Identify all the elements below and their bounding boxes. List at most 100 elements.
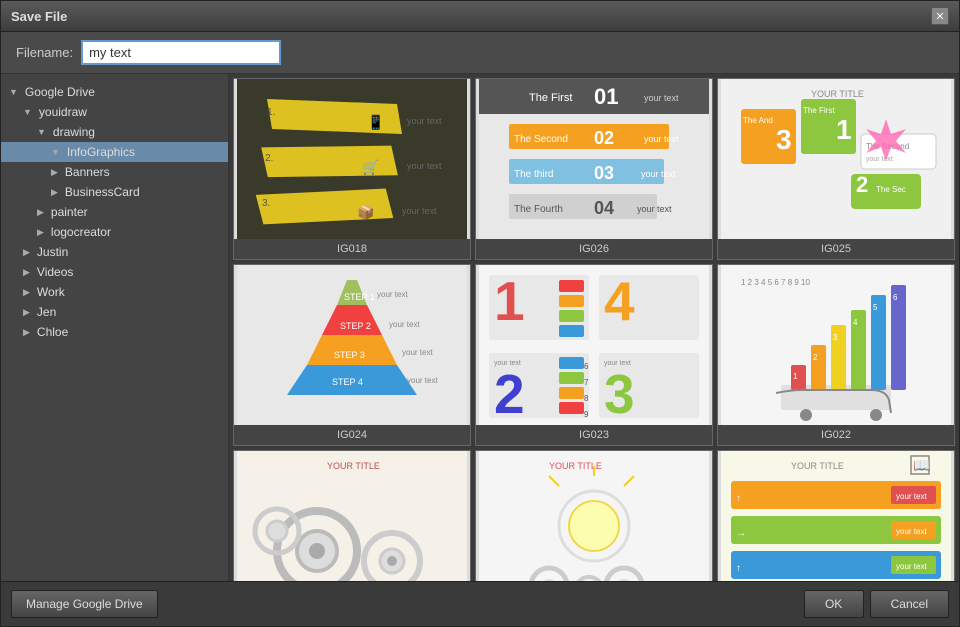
svg-text:your text: your text [896,492,927,501]
svg-text:The First: The First [529,92,572,104]
svg-text:8: 8 [584,394,589,403]
sidebar-item-label: drawing [53,125,95,139]
sidebar-item-label: logocreator [51,225,111,239]
sidebar-item-banners[interactable]: ▶Banners [1,162,228,182]
thumbnail-item-IG019[interactable]: YOUR TITLE your text ↑ your text → your … [717,450,955,581]
svg-text:6: 6 [584,362,589,371]
svg-text:03: 03 [594,163,614,183]
sidebar-item-infographics[interactable]: ▼InfoGraphics [1,142,228,162]
content-area: your text your text your text 📱 🛒 📦 1. 2… [229,74,959,581]
thumbnail-item-IG021[interactable]: YOUR TITLE idea IG021 [233,450,471,581]
svg-text:01: 01 [594,84,618,109]
thumbnail-item-IG024[interactable]: STEP 4 STEP 3 STEP 2 STEP 1 your text yo… [233,264,471,446]
sidebar-item-google-drive[interactable]: ▼Google Drive [1,82,228,102]
thumbnail-item-IG022[interactable]: 1 2 3 4 5 6 1 2 3 4 5 6 7 8 9 10 IG022 [717,264,955,446]
svg-text:your text: your text [644,93,679,103]
svg-text:STEP 3: STEP 3 [334,350,365,360]
svg-text:2: 2 [856,172,868,197]
svg-text:1: 1 [494,270,525,332]
sidebar-item-work[interactable]: ▶Work [1,282,228,302]
sidebar-item-label: BusinessCard [65,185,140,199]
svg-text:The And: The And [743,116,773,125]
cancel-button[interactable]: Cancel [870,590,949,618]
sidebar-item-label: Jen [37,305,56,319]
svg-text:STEP 1: STEP 1 [344,292,375,302]
svg-text:3: 3 [776,124,792,155]
svg-text:your text: your text [604,360,631,367]
sidebar-item-jen[interactable]: ▶Jen [1,302,228,322]
svg-text:STEP 2: STEP 2 [340,321,371,331]
svg-text:3.: 3. [262,198,270,209]
svg-text:2: 2 [494,363,525,425]
thumbnail-item-IG023[interactable]: 1 4 2 3 your text your text 6 7 8 9 IG02… [475,264,713,446]
sidebar-item-label: Google Drive [25,85,95,99]
thumbnail-grid: your text your text your text 📱 🛒 📦 1. 2… [233,78,955,581]
svg-text:The Fourth: The Fourth [514,204,563,215]
svg-text:↑: ↑ [736,563,741,574]
thumbnail-image-IG024: STEP 4 STEP 3 STEP 2 STEP 1 your text yo… [234,265,470,425]
thumbnail-item-IG018[interactable]: your text your text your text 📱 🛒 📦 1. 2… [233,78,471,260]
sidebar-item-label: Videos [37,265,73,279]
svg-text:2.: 2. [265,153,273,164]
sidebar-item-youidraw[interactable]: ▼youidraw [1,102,228,122]
title-bar: Save File ✕ [1,1,959,32]
thumbnail-image-IG021: YOUR TITLE idea [234,451,470,581]
thumbnail-item-IG025[interactable]: YOUR TITLE 3 The And 1 The First The Sec… [717,78,955,260]
thumbnail-label-IG023: IG023 [476,425,712,445]
svg-text:The Second: The Second [514,134,568,145]
sidebar-item-justin[interactable]: ▶Justin [1,242,228,262]
svg-text:YOUR TITLE: YOUR TITLE [791,461,844,471]
svg-text:YOUR TITLE: YOUR TITLE [811,89,864,99]
thumbnail-image-IG026: The First 01 your text The Second 02 you… [476,79,712,239]
thumbnail-image-IG025: YOUR TITLE 3 The And 1 The First The Sec… [718,79,954,239]
thumbnail-image-IG019: YOUR TITLE your text ↑ your text → your … [718,451,954,581]
svg-text:your text: your text [402,206,437,216]
ok-button[interactable]: OK [804,590,864,618]
svg-text:your text: your text [377,290,408,299]
svg-text:7: 7 [584,378,589,387]
thumbnail-image-IG022: 1 2 3 4 5 6 1 2 3 4 5 6 7 8 9 10 [718,265,954,425]
svg-text:your text: your text [389,320,420,329]
dialog-title: Save File [11,9,67,24]
thumbnail-image-IG023: 1 4 2 3 your text your text 6 7 8 9 [476,265,712,425]
sidebar-item-businesscard[interactable]: ▶BusinessCard [1,182,228,202]
svg-text:📦: 📦 [357,204,374,221]
svg-text:9: 9 [584,410,589,419]
save-file-dialog: Save File ✕ Filename: ▼Google Drive▼youi… [0,0,960,627]
sidebar-item-label: youidraw [39,105,87,119]
svg-text:3: 3 [833,333,838,342]
thumbnail-item-IG020[interactable]: YOUR TITLE IG020 [475,450,713,581]
filename-input[interactable] [81,40,281,65]
action-buttons: OK Cancel [804,590,949,618]
sidebar-item-logocreator[interactable]: ▶logocreator [1,222,228,242]
svg-text:1: 1 [836,114,852,145]
svg-text:3: 3 [604,363,635,425]
svg-text:→: → [736,528,746,539]
svg-text:your text: your text [641,169,676,179]
manage-google-drive-button[interactable]: Manage Google Drive [11,590,158,618]
svg-text:The Sec: The Sec [876,185,906,194]
sidebar-item-painter[interactable]: ▶painter [1,202,228,222]
filename-bar: Filename: [1,32,959,74]
svg-text:your text: your text [866,156,893,163]
svg-text:1.: 1. [267,107,275,118]
thumbnail-label-IG024: IG024 [234,425,470,445]
svg-text:📱: 📱 [367,114,384,131]
svg-text:1 2 3 4 5 6 7 8 9 10: 1 2 3 4 5 6 7 8 9 10 [741,278,810,287]
thumbnail-label-IG022: IG022 [718,425,954,445]
svg-text:4: 4 [853,318,858,327]
sidebar-item-label: Banners [65,165,110,179]
sidebar-item-chloe[interactable]: ▶Chloe [1,322,228,342]
sidebar-item-drawing[interactable]: ▼drawing [1,122,228,142]
sidebar-item-label: painter [51,205,88,219]
svg-text:🛒: 🛒 [362,159,379,176]
svg-text:6: 6 [893,293,898,302]
thumbnail-label-IG025: IG025 [718,239,954,259]
main-area: ▼Google Drive▼youidraw▼drawing▼InfoGraph… [1,74,959,581]
svg-text:your text: your text [407,116,442,126]
sidebar-item-videos[interactable]: ▶Videos [1,262,228,282]
sidebar: ▼Google Drive▼youidraw▼drawing▼InfoGraph… [1,74,229,581]
svg-text:The third: The third [514,169,553,180]
close-button[interactable]: ✕ [931,7,949,25]
thumbnail-item-IG026[interactable]: The First 01 your text The Second 02 you… [475,78,713,260]
